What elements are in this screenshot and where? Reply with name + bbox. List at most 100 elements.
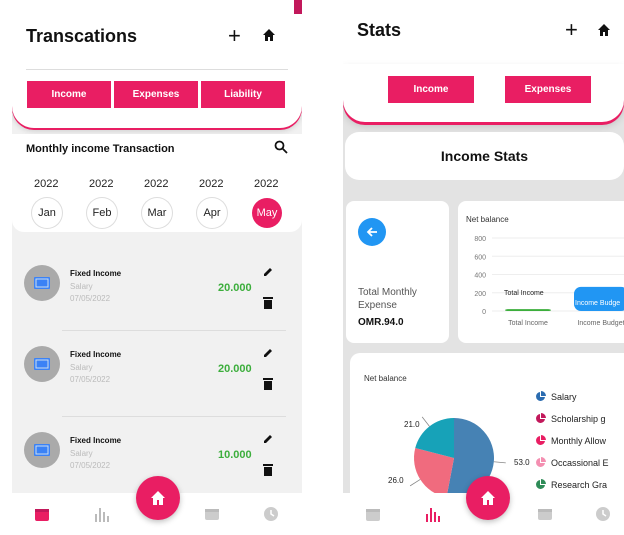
legend-label: Occassional E	[551, 457, 609, 468]
pie-legend-icon	[536, 435, 546, 445]
y-tick-label: 400	[474, 273, 486, 280]
window-edge	[294, 0, 302, 14]
edit-icon[interactable]	[262, 265, 274, 283]
divider	[62, 416, 286, 417]
page-title: Stats	[357, 20, 402, 40]
tab-income[interactable]: Income	[27, 81, 111, 108]
transaction-avatar	[24, 432, 60, 468]
legend-item: Scholarship g	[535, 413, 606, 424]
bar-data-label: Total Income	[504, 290, 544, 297]
legend-label: Research Gra	[551, 479, 608, 490]
legend-label: Scholarship g	[551, 413, 606, 424]
divider	[62, 330, 286, 331]
transaction-title: Fixed Income	[70, 269, 122, 278]
summary-value: OMR.94.0	[358, 317, 404, 328]
home-icon[interactable]	[262, 26, 276, 46]
pie-slice-label: 21.0	[404, 420, 420, 429]
transactions-screen: Transcations + Income Expenses Liability…	[12, 0, 302, 535]
bar-total-income	[505, 309, 551, 311]
transaction-title: Fixed Income	[70, 350, 122, 359]
transaction-amount: 20.000	[218, 282, 252, 294]
legend-item: Occassional E	[535, 457, 609, 468]
transaction-date: 07/05/2022	[70, 461, 111, 470]
pie-legend-icon	[536, 479, 546, 489]
legend-item: Monthly Allow	[535, 435, 606, 446]
tab-income[interactable]: Income	[388, 76, 474, 103]
page-title: Transcations	[26, 26, 138, 46]
history-icon[interactable]	[263, 506, 279, 527]
month-chip-apr[interactable]: Apr	[197, 198, 227, 228]
calendar-icon[interactable]	[365, 507, 381, 527]
transaction-category: Salary	[70, 282, 93, 291]
delete-icon[interactable]	[263, 463, 273, 481]
stats-header: Stats +	[343, 0, 624, 64]
edit-icon[interactable]	[262, 432, 274, 450]
month-year: 2022	[144, 178, 169, 190]
transaction-date: 07/05/2022	[70, 375, 111, 384]
wallet-icon[interactable]	[537, 507, 553, 526]
stats-tab-panel: Income Expenses	[343, 64, 624, 122]
add-icon[interactable]: +	[565, 19, 578, 41]
back-arrow-button[interactable]	[358, 218, 386, 246]
transaction-amount: 10.000	[218, 449, 252, 461]
month-chip-feb[interactable]: Feb	[87, 198, 117, 228]
legend-item: Research Gra	[535, 479, 607, 490]
tab-liability[interactable]: Liability	[201, 81, 285, 108]
history-icon[interactable]	[595, 506, 611, 527]
chart-icon[interactable]	[94, 506, 110, 527]
transactions-header: Transcations + Income Expenses Liability	[12, 0, 302, 128]
wallet-icon[interactable]	[204, 507, 220, 526]
y-tick-label: 200	[474, 291, 486, 298]
pie-slice-label: 26.0	[388, 476, 404, 485]
pie-legend-icon	[536, 413, 546, 423]
month-chip-mar[interactable]: Mar	[142, 198, 172, 228]
pie-legend-icon	[536, 457, 546, 467]
month-selector-panel: Monthly income Transaction 2022 Jan 2022 Fe…	[12, 134, 302, 232]
legend-label: Salary	[551, 391, 577, 402]
bar-data-label: Income Budge	[575, 300, 620, 307]
month-year: 2022	[34, 178, 59, 190]
calendar-icon[interactable]	[34, 507, 50, 527]
legend-label: Monthly Allow	[551, 435, 607, 446]
y-tick-label: 0	[482, 309, 486, 316]
delete-icon[interactable]	[263, 377, 273, 395]
bar-chart: 0 200 400 600 800 Total Income Total Income Inc…	[474, 236, 624, 327]
delete-icon[interactable]	[263, 296, 273, 314]
total-expense-card: Total Monthly Expense OMR.94.0	[346, 201, 449, 343]
pie-label-line	[421, 416, 430, 427]
pie-label-line	[409, 479, 421, 487]
transaction-category: Salary	[70, 363, 93, 372]
legend-item: Salary	[535, 391, 577, 402]
x-tick-label: Income Budget	[577, 320, 624, 327]
divider	[26, 69, 288, 70]
tab-expenses[interactable]: Expenses	[114, 81, 198, 108]
month-year: 2022	[89, 178, 114, 190]
home-icon[interactable]	[597, 21, 611, 41]
transaction-avatar	[24, 346, 60, 382]
y-tick-label: 800	[474, 236, 486, 243]
stats-screen: Stats + Income Expenses Income Stats Tot…	[343, 0, 624, 535]
chart-icon[interactable]	[425, 506, 441, 527]
summary-label-2: Expense	[358, 300, 397, 311]
summary-label-1: Total Monthly	[358, 287, 417, 298]
money-icon	[34, 358, 50, 370]
month-chip-jan[interactable]: Jan	[32, 198, 62, 228]
home-fab-button[interactable]	[466, 476, 510, 520]
search-icon[interactable]	[274, 140, 288, 159]
tab-expenses[interactable]: Expenses	[505, 76, 591, 103]
edit-icon[interactable]	[262, 346, 274, 364]
pie-label-line	[493, 461, 506, 464]
transaction-date: 07/05/2022	[70, 294, 111, 303]
transaction-title: Fixed Income	[70, 436, 122, 445]
x-tick-label: Total Income	[508, 320, 548, 327]
month-chip-may[interactable]: May	[252, 198, 282, 228]
pie-legend-icon	[536, 391, 546, 401]
month-year: 2022	[199, 178, 224, 190]
home-fab-button[interactable]	[136, 476, 180, 520]
transaction-row[interactable]: Fixed Income Salary 07/05/2022 20.000	[12, 253, 302, 331]
pie-chart: 53.0 26.0 21.0	[388, 416, 530, 498]
add-icon[interactable]: +	[228, 25, 241, 47]
transaction-row[interactable]: Fixed Income Salary 07/05/2022 20.000	[12, 330, 302, 412]
month-year: 2022	[254, 178, 279, 190]
transaction-category: Salary	[70, 449, 93, 458]
